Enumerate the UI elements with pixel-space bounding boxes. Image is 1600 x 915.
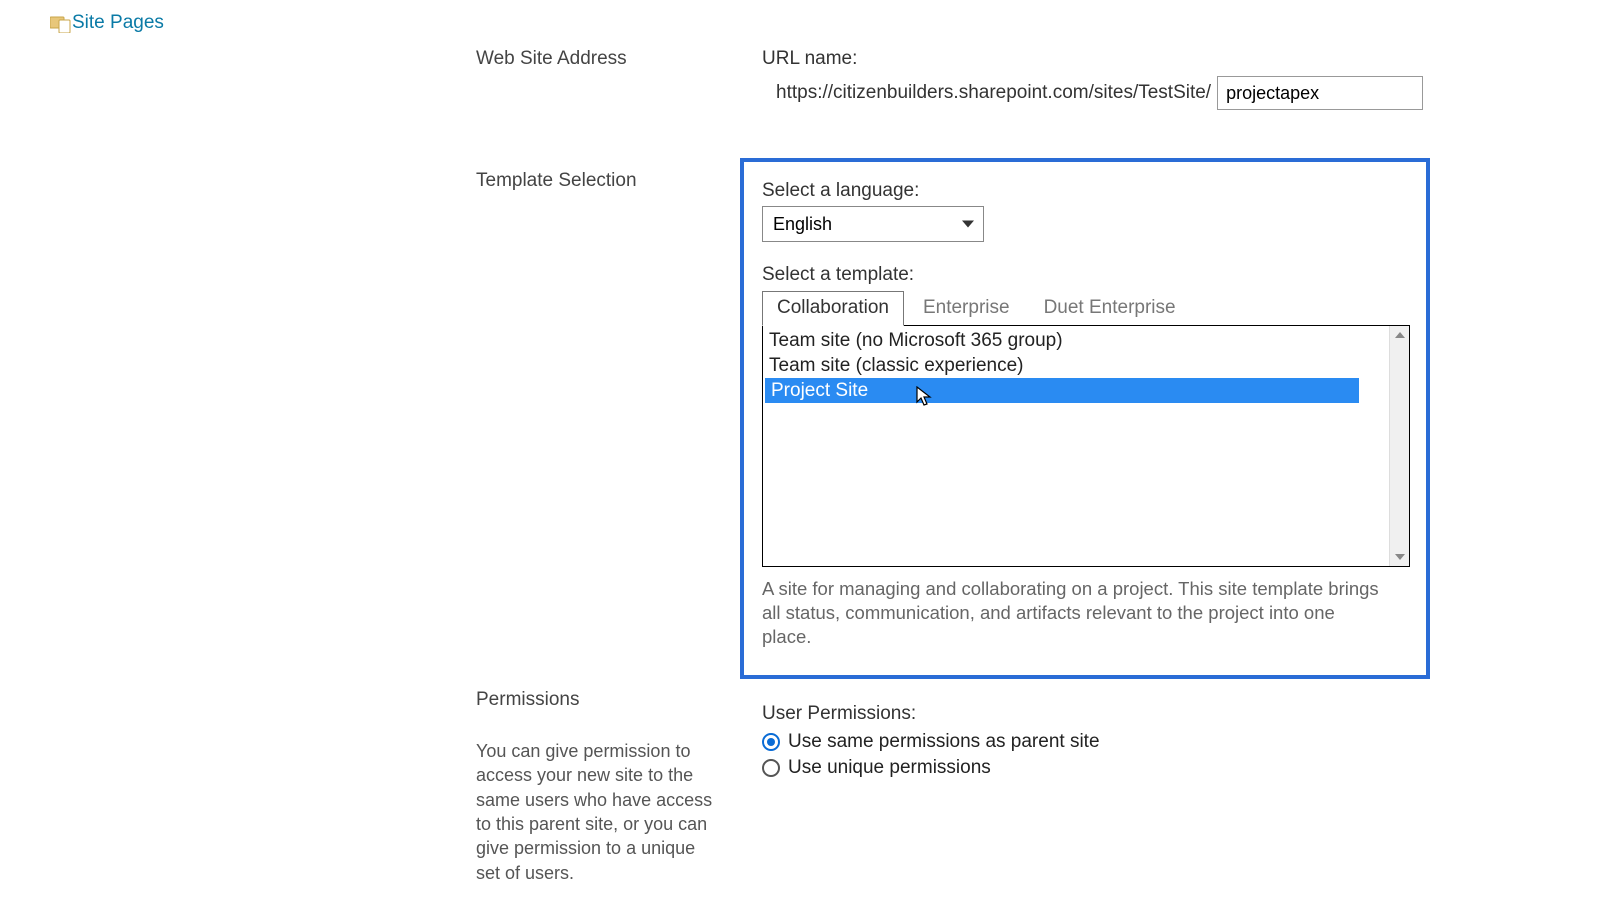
- user-permissions-label: User Permissions:: [762, 703, 1560, 725]
- url-prefix: https://citizenbuilders.sharepoint.com/s…: [762, 82, 1211, 104]
- url-name-label: URL name:: [762, 48, 1560, 70]
- scroll-down-icon[interactable]: [1390, 550, 1409, 564]
- tab-collaboration[interactable]: Collaboration: [762, 291, 904, 326]
- template-listbox[interactable]: Team site (no Microsoft 365 group) Team …: [762, 325, 1410, 567]
- tab-enterprise[interactable]: Enterprise: [908, 291, 1025, 326]
- nav-site-pages[interactable]: Site Pages: [50, 12, 164, 34]
- radio-unique-permissions[interactable]: Use unique permissions: [762, 757, 1560, 779]
- radio-icon[interactable]: [762, 733, 780, 751]
- scrollbar[interactable]: [1389, 326, 1409, 566]
- radio-unique-permissions-label: Use unique permissions: [788, 757, 991, 779]
- language-select[interactable]: English: [762, 206, 984, 242]
- nav-site-pages-label: Site Pages: [72, 12, 164, 34]
- permissions-heading: Permissions: [476, 689, 762, 711]
- section-web-site-address: Web Site Address URL name: https://citiz…: [476, 48, 1560, 110]
- folder-pages-icon: [50, 15, 70, 31]
- template-selection-heading: Template Selection: [476, 170, 762, 192]
- template-tabs: Collaboration Enterprise Duet Enterprise: [762, 290, 1410, 325]
- template-description: A site for managing and collaborating on…: [762, 577, 1382, 649]
- web-site-address-heading: Web Site Address: [476, 48, 762, 70]
- template-item-team-site-no-group[interactable]: Team site (no Microsoft 365 group): [763, 328, 1375, 353]
- permissions-help-text: You can give permission to access your n…: [476, 739, 724, 885]
- radio-same-permissions-label: Use same permissions as parent site: [788, 731, 1100, 753]
- select-template-label: Select a template:: [762, 264, 1410, 286]
- section-permissions: Permissions You can give permission to a…: [476, 689, 1560, 885]
- tab-duet-enterprise[interactable]: Duet Enterprise: [1029, 291, 1191, 326]
- template-item-project-site[interactable]: Project Site: [765, 378, 1359, 403]
- radio-same-permissions[interactable]: Use same permissions as parent site: [762, 731, 1560, 753]
- section-template-selection: Template Selection Select a language: En…: [476, 170, 1560, 679]
- scroll-up-icon[interactable]: [1390, 328, 1409, 342]
- radio-icon[interactable]: [762, 759, 780, 777]
- template-item-team-site-classic[interactable]: Team site (classic experience): [763, 353, 1375, 378]
- url-name-input[interactable]: [1217, 76, 1423, 110]
- template-highlight-box: Select a language: English Select a temp…: [740, 158, 1430, 679]
- select-language-label: Select a language:: [762, 180, 1410, 202]
